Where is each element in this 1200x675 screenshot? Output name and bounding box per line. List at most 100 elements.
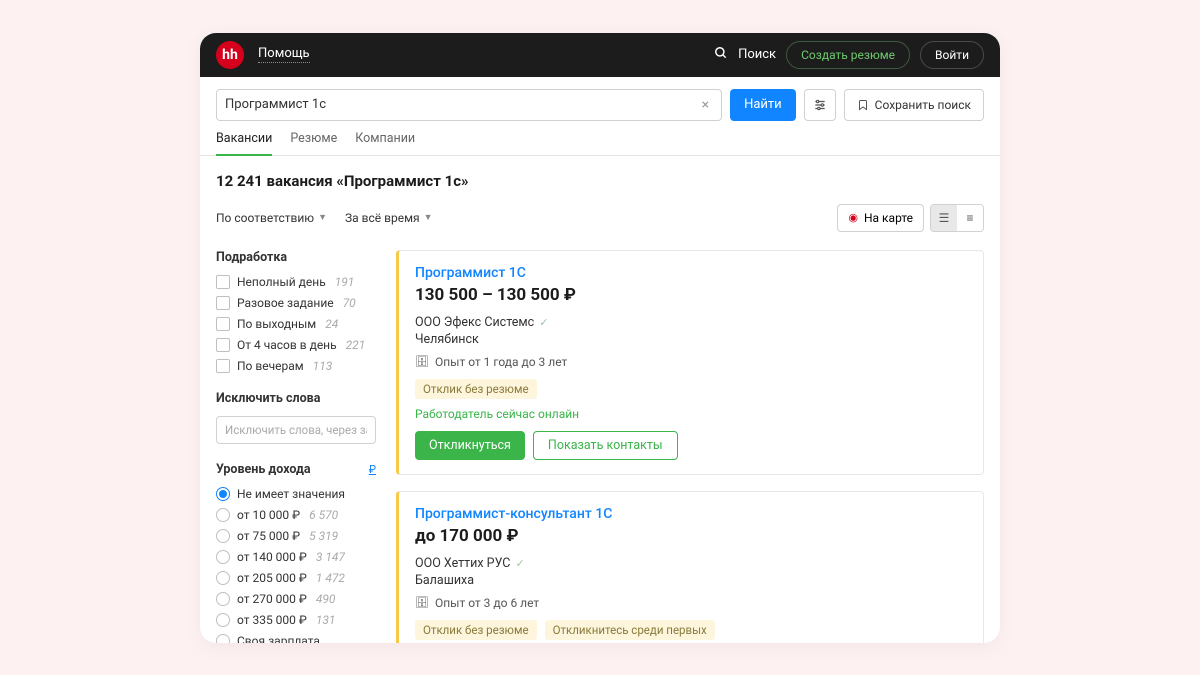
radio[interactable] <box>216 487 230 501</box>
logo[interactable]: hh <box>216 41 244 69</box>
parttime-option[interactable]: Неполный день 191 <box>216 275 376 289</box>
chevron-down-icon: ▼ <box>318 212 327 223</box>
filter-exclude: Исключить слова <box>216 391 376 444</box>
filter-parttime-title: Подработка <box>216 250 376 265</box>
job-card: Программист-консультант 1С до 170 000 ₽ … <box>396 491 984 643</box>
tab-resumes[interactable]: Резюме <box>290 131 337 155</box>
job-tag: Отклик без резюме <box>415 620 537 640</box>
view-list-compact[interactable]: ≡ <box>957 205 983 231</box>
radio[interactable] <box>216 634 230 643</box>
checkbox[interactable] <box>216 359 230 373</box>
option-label: от 270 000 ₽ <box>237 592 307 606</box>
job-experience: 🗄Опыт от 3 до 6 лет <box>415 596 967 610</box>
view-list-detailed[interactable]: ☰ <box>931 205 957 231</box>
option-label: от 10 000 ₽ <box>237 508 300 522</box>
option-count: 191 <box>335 275 355 289</box>
option-label: От 4 часов в день <box>237 338 337 352</box>
chevron-down-icon: ▼ <box>424 212 433 223</box>
radio[interactable] <box>216 592 230 606</box>
employer-online: Работодатель сейчас онлайн <box>415 407 967 421</box>
map-label: На карте <box>864 211 913 225</box>
help-link[interactable]: Помощь <box>258 46 310 63</box>
job-title[interactable]: Программист-консультант 1С <box>415 506 967 522</box>
radio[interactable] <box>216 550 230 564</box>
option-count: 221 <box>346 338 366 352</box>
filter-income-title: Уровень дохода <box>216 462 311 477</box>
contacts-button[interactable]: Показать контакты <box>533 431 678 460</box>
job-title[interactable]: Программист 1С <box>415 265 967 281</box>
search-input-wrap[interactable]: × <box>216 89 722 121</box>
income-option[interactable]: от 140 000 ₽3 147 <box>216 550 376 564</box>
option-count: 1 472 <box>316 571 345 585</box>
income-option[interactable]: Не имеет значения <box>216 487 376 501</box>
save-search-button[interactable]: Сохранить поиск <box>844 89 984 121</box>
checkbox[interactable] <box>216 275 230 289</box>
radio[interactable] <box>216 529 230 543</box>
option-count: 6 570 <box>309 508 338 522</box>
income-option[interactable]: Своя зарплата <box>216 634 376 643</box>
parttime-option[interactable]: Разовое задание70 <box>216 296 376 310</box>
create-resume-button[interactable]: Создать резюме <box>786 41 910 69</box>
sort-dropdown[interactable]: По соответствию ▼ <box>216 211 327 225</box>
apply-button[interactable]: Откликнуться <box>415 431 525 460</box>
job-tag: Отклик без резюме <box>415 379 537 399</box>
checkbox[interactable] <box>216 296 230 310</box>
checkbox[interactable] <box>216 317 230 331</box>
search-icon[interactable] <box>714 46 728 64</box>
checkbox[interactable] <box>216 338 230 352</box>
find-button[interactable]: Найти <box>730 89 796 121</box>
job-tags: Отклик без резюме <box>415 379 967 399</box>
option-count: 113 <box>313 359 333 373</box>
income-option[interactable]: от 75 000 ₽5 319 <box>216 529 376 543</box>
currency-icon[interactable]: ₽ <box>369 463 376 476</box>
job-company[interactable]: ООО Хеттих РУС✓ <box>415 556 967 571</box>
parttime-option[interactable]: По вечерам 113 <box>216 359 376 373</box>
option-label: Неполный день <box>237 275 326 289</box>
income-option[interactable]: от 335 000 ₽ 131 <box>216 613 376 627</box>
results-count-title: 12 241 вакансия «Программист 1с» <box>216 172 984 190</box>
parttime-option[interactable]: От 4 часов в день 221 <box>216 338 376 352</box>
radio[interactable] <box>216 508 230 522</box>
search-bar: × Найти Сохранить поиск <box>200 77 1000 121</box>
job-location: Челябинск <box>415 332 967 347</box>
map-button[interactable]: ◉ На карте <box>837 204 924 232</box>
map-pin-icon: ◉ <box>848 211 858 224</box>
job-card: Программист 1С 130 500 – 130 500 ₽ ООО Э… <box>396 250 984 475</box>
tabs: Вакансии Резюме Компании <box>200 121 1000 156</box>
option-count: 24 <box>325 317 338 331</box>
job-experience: 🗄Опыт от 1 года до 3 лет <box>415 355 967 369</box>
filters-panel: Подработка Неполный день191Разовое задан… <box>216 250 376 643</box>
search-label[interactable]: Поиск <box>738 47 776 62</box>
tab-companies[interactable]: Компании <box>355 131 415 155</box>
job-company[interactable]: ООО Эфекс Системс✓ <box>415 315 967 330</box>
option-count: 3 147 <box>316 550 345 564</box>
radio[interactable] <box>216 571 230 585</box>
option-label: По вечерам <box>237 359 304 373</box>
filters-toggle-button[interactable] <box>804 89 836 121</box>
save-search-label: Сохранить поиск <box>875 98 971 112</box>
income-option[interactable]: от 270 000 ₽490 <box>216 592 376 606</box>
parttime-option[interactable]: По выходным24 <box>216 317 376 331</box>
search-input[interactable] <box>225 97 698 112</box>
period-dropdown[interactable]: За всё время ▼ <box>345 211 432 225</box>
option-label: от 335 000 ₽ <box>237 613 307 627</box>
job-tags: Отклик без резюмеОткликнитесь среди перв… <box>415 620 967 640</box>
filter-parttime: Подработка Неполный день191Разовое задан… <box>216 250 376 373</box>
login-button[interactable]: Войти <box>920 41 984 69</box>
income-option[interactable]: от 10 000 ₽ 6 570 <box>216 508 376 522</box>
verified-icon: ✓ <box>539 316 548 329</box>
briefcase-icon: 🗄 <box>415 355 429 368</box>
job-salary: 130 500 – 130 500 ₽ <box>415 285 967 305</box>
job-actions: Откликнуться Показать контакты <box>415 431 967 460</box>
option-count: 131 <box>316 613 336 627</box>
option-label: Разовое задание <box>237 296 334 310</box>
topbar: hh Помощь Поиск Создать резюме Войти <box>200 33 1000 77</box>
tab-vacancies[interactable]: Вакансии <box>216 131 272 156</box>
filter-income: Уровень дохода ₽ Не имеет значения от 10 … <box>216 462 376 643</box>
radio[interactable] <box>216 613 230 627</box>
briefcase-icon: 🗄 <box>415 596 429 609</box>
exclude-input[interactable] <box>216 416 376 444</box>
clear-icon[interactable]: × <box>698 97 713 113</box>
income-option[interactable]: от 205 000 ₽1 472 <box>216 571 376 585</box>
controls-row: По соответствию ▼ За всё время ▼ ◉ На ка… <box>216 204 984 232</box>
